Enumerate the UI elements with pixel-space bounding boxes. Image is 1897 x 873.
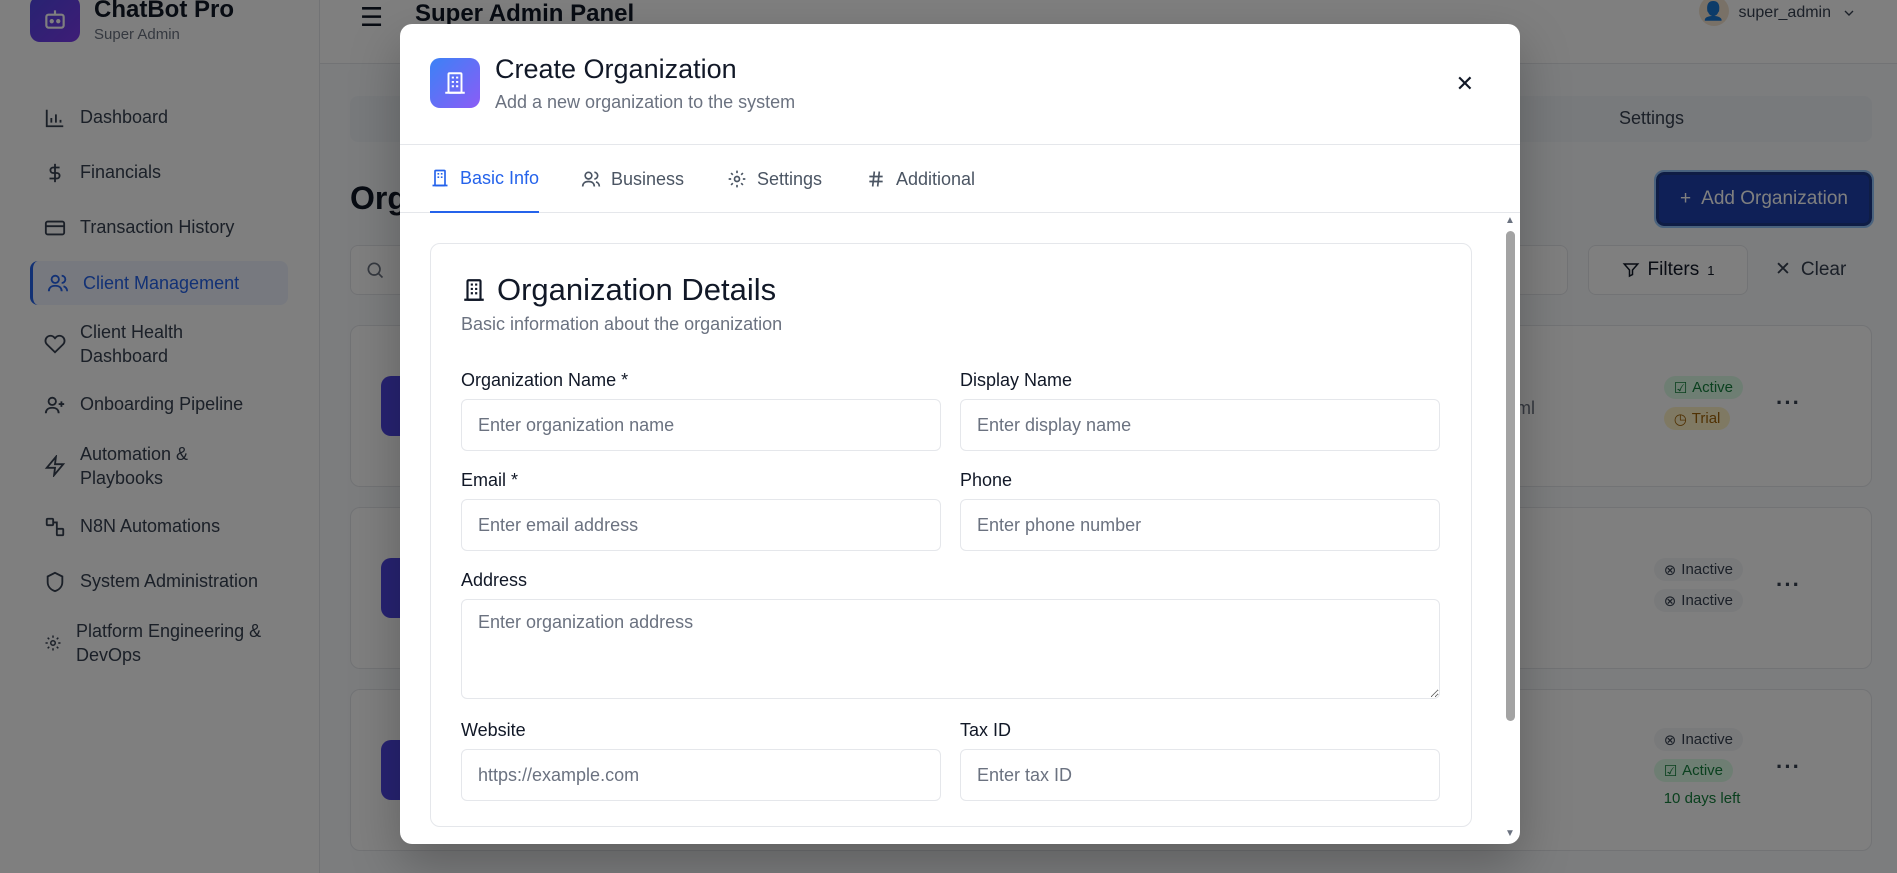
building-icon — [432, 169, 448, 187]
users-icon — [581, 171, 601, 187]
create-organization-modal: Create Organization Add a new organizati… — [400, 24, 1520, 844]
email-field: Email * — [461, 470, 941, 551]
field-label: Address — [461, 570, 528, 590]
modal-body[interactable]: ▲ ▼ Organization Details Basic informati… — [400, 213, 1520, 844]
scroll-down-icon[interactable]: ▼ — [1504, 828, 1516, 839]
field-label: Phone — [960, 470, 1013, 490]
field-label: Email * — [461, 470, 519, 490]
phone-input[interactable] — [960, 499, 1440, 551]
tab-additional[interactable]: Additional — [866, 145, 975, 213]
display-name-field: Display Name — [960, 370, 1440, 451]
tab-settings[interactable]: Settings — [727, 145, 822, 213]
modal-tabs: Basic Info Business Settings Additional — [400, 145, 1520, 213]
field-label: Tax ID — [960, 720, 1012, 740]
close-icon[interactable]: ✕ — [1456, 73, 1474, 95]
org-name-input[interactable] — [461, 399, 941, 451]
org-name-field: Organization Name * — [461, 370, 941, 451]
address-field: Address — [461, 570, 1440, 699]
modal-header: Create Organization Add a new organizati… — [400, 24, 1520, 145]
display-name-input[interactable] — [960, 399, 1440, 451]
modal-subtitle: Add a new organization to the system — [495, 92, 796, 112]
tab-business[interactable]: Business — [581, 145, 684, 213]
building-icon — [430, 58, 480, 108]
email-input[interactable] — [461, 499, 941, 551]
section-title: Organization Details — [461, 272, 776, 308]
modal-title: Create Organization — [495, 54, 737, 84]
website-input[interactable] — [461, 749, 941, 801]
tab-label: Business — [611, 168, 685, 189]
website-field: Website — [461, 720, 941, 801]
address-textarea[interactable] — [461, 599, 1440, 699]
scrollbar-thumb[interactable] — [1506, 231, 1515, 721]
phone-field: Phone — [960, 470, 1440, 551]
tab-label: Additional — [896, 168, 976, 189]
tab-label: Basic Info — [460, 167, 540, 188]
tab-basic-info[interactable]: Basic Info — [430, 145, 540, 213]
field-label: Website — [461, 720, 526, 740]
organization-details-card: Organization Details Basic information a… — [430, 243, 1472, 827]
scrollbar[interactable]: ▲ ▼ — [1504, 215, 1516, 839]
section-subtitle: Basic information about the organization — [461, 314, 783, 334]
scroll-up-icon[interactable]: ▲ — [1504, 215, 1516, 226]
field-label: Organization Name * — [461, 370, 629, 390]
tab-label: Settings — [757, 168, 823, 189]
building-icon — [464, 279, 484, 301]
hash-icon — [869, 171, 883, 187]
tax-id-input[interactable] — [960, 749, 1440, 801]
section-title-text: Organization Details — [497, 272, 777, 307]
gear-icon — [728, 170, 746, 188]
field-label: Display Name — [960, 370, 1073, 390]
tax-id-field: Tax ID — [960, 720, 1440, 801]
